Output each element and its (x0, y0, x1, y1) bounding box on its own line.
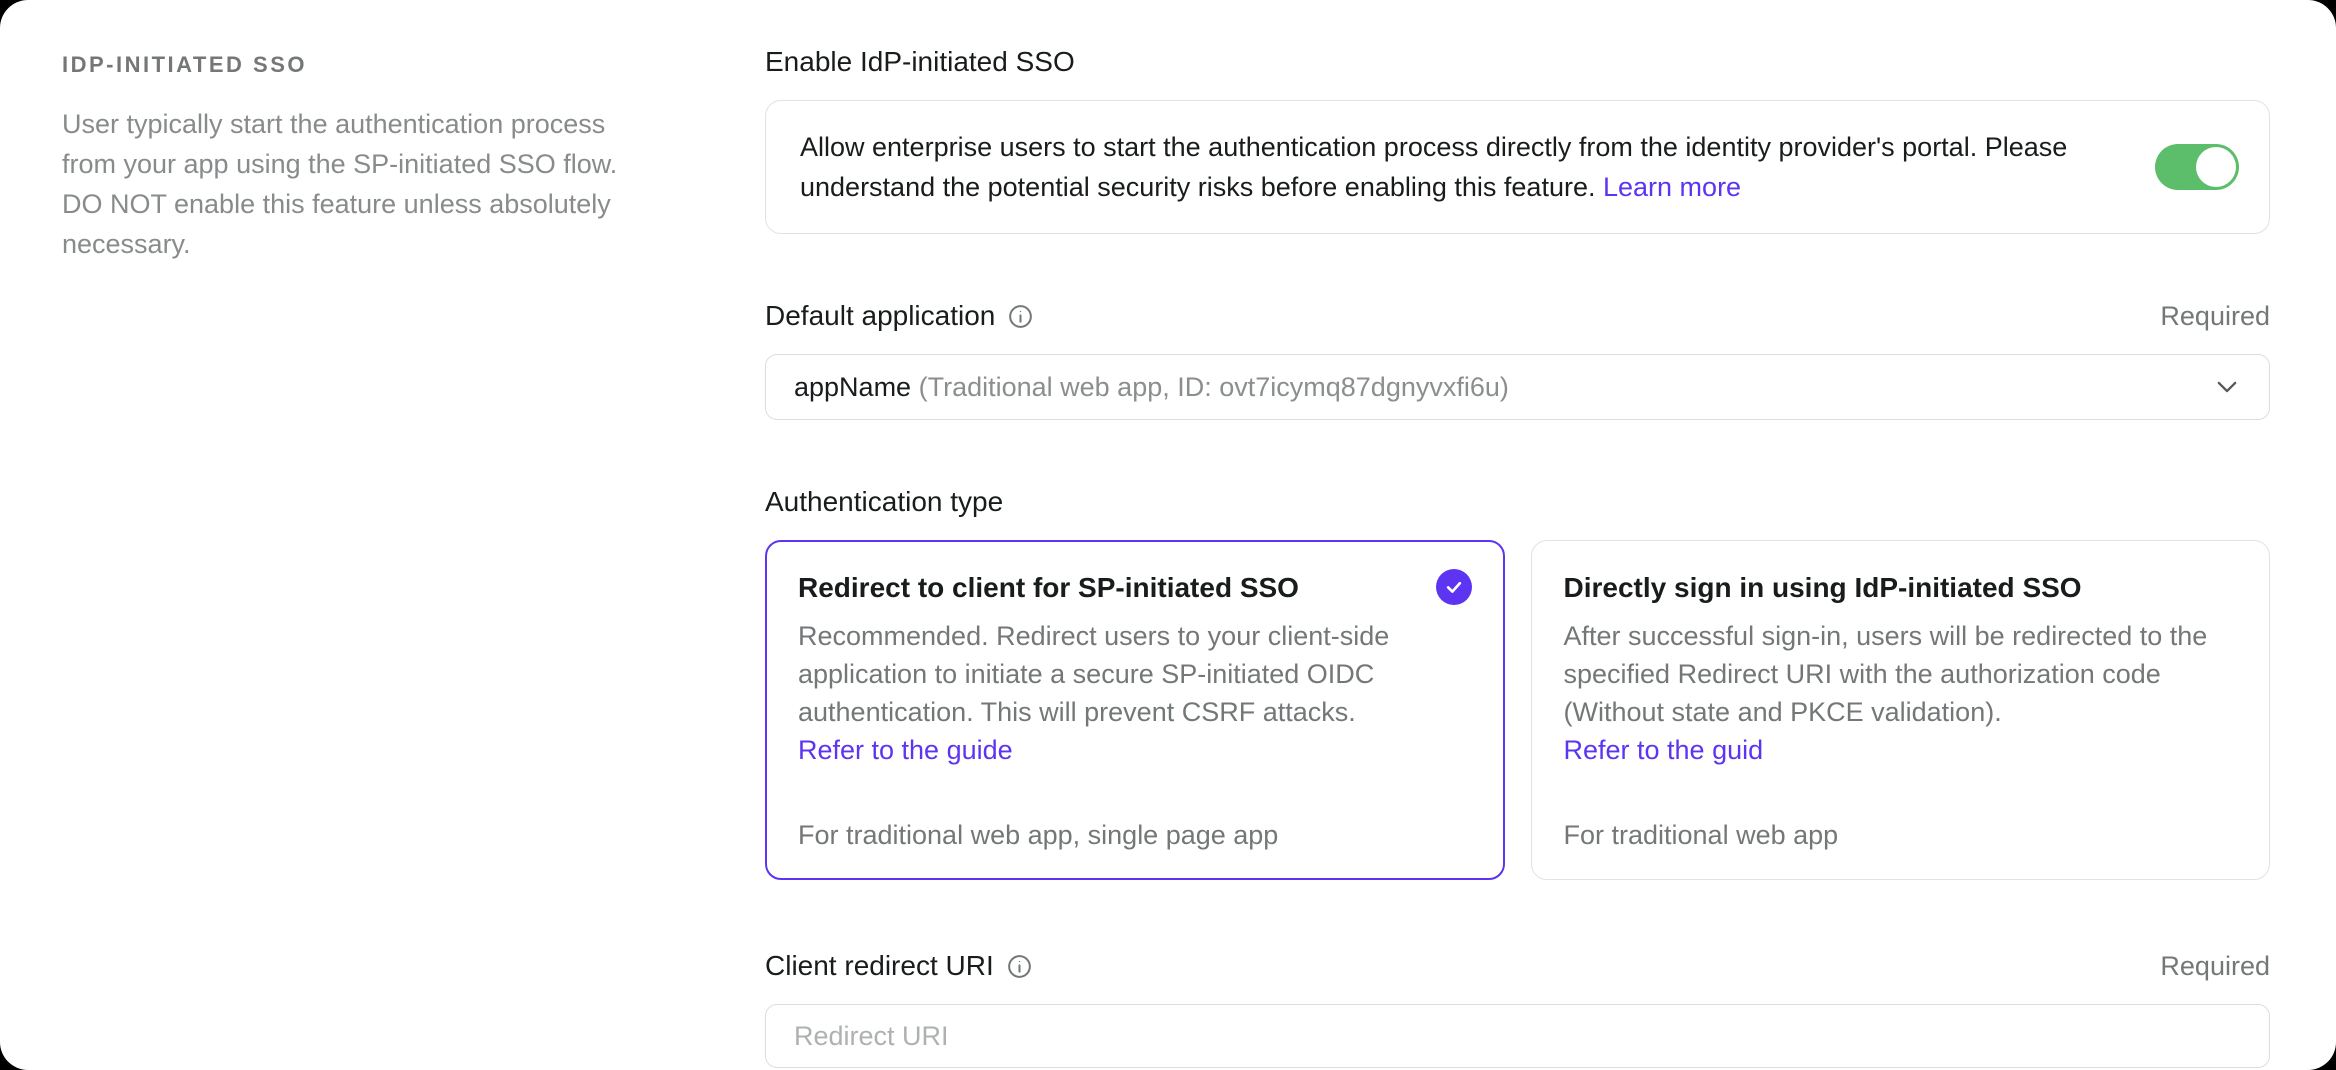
selected-application-meta: (Traditional web app, ID: ovt7icymq87dgn… (919, 372, 1509, 402)
default-application-label-row: Default application Required (765, 300, 2270, 332)
section-sidebar: IDP-INITIATED SSO User typically start t… (0, 0, 662, 1070)
client-redirect-uri-label-row: Client redirect URI Required (765, 950, 2270, 982)
refer-guide-link[interactable]: Refer to the guid (1564, 731, 1764, 769)
option-description: After successful sign-in, users will be … (1564, 617, 2238, 731)
option-footnote: For traditional web app, single page app (798, 776, 1472, 851)
option-title: Redirect to client for SP-initiated SSO (798, 569, 1299, 607)
enable-sso-label-row: Enable IdP-initiated SSO (765, 46, 2270, 78)
enable-sso-toggle[interactable] (2155, 144, 2239, 190)
required-badge: Required (2160, 951, 2270, 982)
client-redirect-uri-label: Client redirect URI (765, 950, 994, 982)
default-application-select[interactable]: appName (Traditional web app, ID: ovt7ic… (765, 354, 2270, 420)
enable-sso-label: Enable IdP-initiated SSO (765, 46, 1075, 78)
info-icon[interactable] (1006, 953, 1033, 980)
selected-check-icon (1436, 569, 1472, 605)
chevron-down-icon (2213, 373, 2241, 401)
enable-sso-description-text: Allow enterprise users to start the auth… (800, 132, 2067, 202)
selected-application-value: appName (Traditional web app, ID: ovt7ic… (794, 372, 1509, 403)
redirect-uri-input[interactable] (765, 1004, 2270, 1068)
option-card-idp-initiated[interactable]: Directly sign in using IdP-initiated SSO… (1531, 540, 2271, 880)
enable-sso-card: Allow enterprise users to start the auth… (765, 100, 2270, 234)
section-description: User typically start the authentication … (62, 104, 662, 264)
authentication-type-label: Authentication type (765, 486, 1003, 518)
option-description: Recommended. Redirect users to your clie… (798, 617, 1472, 731)
form-column: Enable IdP-initiated SSO Allow enterpris… (662, 0, 2336, 1070)
learn-more-link[interactable]: Learn more (1603, 172, 1741, 202)
required-badge: Required (2160, 301, 2270, 332)
settings-panel: IDP-INITIATED SSO User typically start t… (0, 0, 2336, 1070)
section-title: IDP-INITIATED SSO (62, 52, 662, 78)
option-footnote: For traditional web app (1564, 776, 2238, 851)
enable-sso-description: Allow enterprise users to start the auth… (800, 127, 2115, 207)
info-icon[interactable] (1007, 303, 1034, 330)
option-title: Directly sign in using IdP-initiated SSO (1564, 569, 2082, 607)
option-card-sp-initiated[interactable]: Redirect to client for SP-initiated SSO … (765, 540, 1505, 880)
refer-guide-link[interactable]: Refer to the guide (798, 731, 1013, 769)
toggle-knob (2196, 147, 2236, 187)
authentication-type-options: Redirect to client for SP-initiated SSO … (765, 540, 2270, 880)
authentication-type-label-row: Authentication type (765, 486, 2270, 518)
default-application-label: Default application (765, 300, 995, 332)
